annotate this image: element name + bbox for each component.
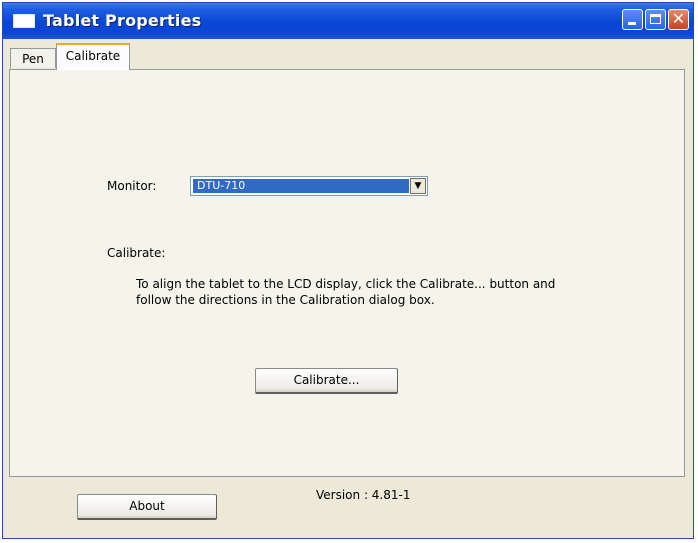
window-icon (13, 14, 35, 28)
calibrate-description: To align the tablet to the LCD display, … (136, 277, 556, 307)
monitor-selected-value: DTU-710 (193, 179, 409, 193)
maximize-button[interactable] (645, 9, 666, 30)
calibrate-tab-panel (9, 69, 685, 477)
close-button[interactable]: ✕ (668, 9, 689, 30)
monitor-select[interactable]: DTU-710 ▼ (190, 176, 428, 196)
calibrate-button[interactable]: Calibrate... (255, 368, 398, 394)
about-button-label: About (129, 499, 165, 513)
window-title: Tablet Properties (43, 11, 202, 30)
about-button[interactable]: About (77, 494, 217, 520)
monitor-label: Monitor: (107, 179, 157, 193)
tab-calibrate-label: Calibrate (65, 49, 121, 63)
calibrate-button-label: Calibrate... (293, 373, 360, 387)
tab-calibrate[interactable]: Calibrate (56, 43, 130, 70)
tab-pen-label: Pen (22, 52, 44, 66)
version-label: Version : 4.81-1 (316, 488, 411, 502)
minimize-button[interactable] (622, 9, 643, 30)
dropdown-arrow-icon[interactable]: ▼ (410, 178, 426, 194)
chevron-down-icon: ▼ (414, 181, 422, 191)
close-icon: ✕ (671, 9, 686, 28)
minimize-icon (628, 22, 636, 25)
tab-pen[interactable]: Pen (10, 48, 56, 68)
calibrate-heading: Calibrate: (107, 246, 166, 260)
title-bar[interactable]: Tablet Properties ✕ (3, 3, 693, 39)
maximize-icon (650, 14, 661, 24)
